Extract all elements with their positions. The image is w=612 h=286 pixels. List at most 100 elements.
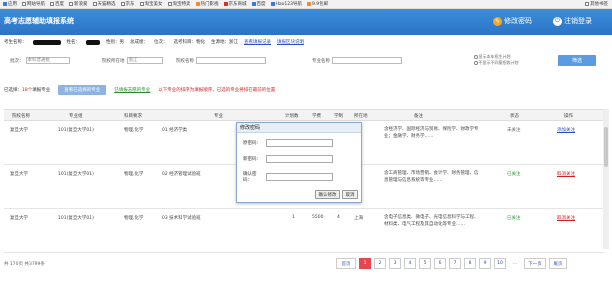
page-button-2[interactable]: 2 <box>374 258 386 269</box>
gender-text: 性别：男 <box>106 40 124 45</box>
first-page-button[interactable]: 首页 <box>336 258 356 269</box>
pagination: 首页 1 2 3 4 5 6 7 8 9 10 ... 下一页 尾页 <box>336 258 567 269</box>
bookmark-sina[interactable]: 新浪爱 <box>69 1 88 7</box>
redacted-value <box>32 39 61 45</box>
change-password-dialog: 修改密码 原密码： 新密码： 确认密码： 确认修改 取消 <box>236 122 362 203</box>
filter-options: 显示本年招生计划 不显示不同意招收计划 <box>474 54 519 66</box>
school-input[interactable] <box>196 57 266 64</box>
old-password-input[interactable] <box>266 139 333 147</box>
filter-button[interactable]: 筛选 <box>558 55 596 66</box>
cancel-follow-link[interactable]: 取消关注 <box>557 215 575 221</box>
page-button-1[interactable]: 1 <box>359 258 371 269</box>
bookmark-tmall-sale[interactable]: 淘宝特卖 <box>167 1 191 7</box>
old-password-row: 原密码： <box>243 139 333 147</box>
page-icon <box>120 2 125 6</box>
row-note: 含经济学、国际经济与贸易、保险学、财政学专业；金融学、财务学…… <box>384 127 479 139</box>
next-page-button[interactable]: 下一页 <box>524 258 546 269</box>
app-header: 高考志愿辅助填报系统 ✎ 修改密码 ⏻ 注销登录 <box>0 9 612 35</box>
province-filter: 院校所在地 浙江 <box>102 57 163 64</box>
page-button-9[interactable]: 9 <box>479 258 491 269</box>
row-plan: 1 <box>292 215 295 220</box>
user-info-bar: 考生名称： 姓名： 性别：男 总成绩： 位次： 选考科目：物化 生源地：浙江 查… <box>4 38 610 46</box>
row-years: 4 <box>337 215 340 220</box>
view-selected-button[interactable]: 查看已选择的专业 <box>58 85 107 95</box>
row-group: 101(复旦大学01) <box>58 128 94 133</box>
cancel-button[interactable]: 取消 <box>342 190 358 199</box>
row-group: 101(复旦大学01) <box>58 216 94 221</box>
page-button-4[interactable]: 4 <box>404 258 416 269</box>
change-password-button[interactable]: ✎ 修改密码 <box>493 16 532 26</box>
page-button-3[interactable]: 3 <box>389 258 401 269</box>
major-filter: 专业名称 <box>312 57 402 64</box>
row-school: 复旦大学 <box>10 172 28 177</box>
bookmark-baidu2[interactable]: 百度 <box>251 1 266 7</box>
bookmark-others[interactable]: 其他书签 <box>585 1 608 7</box>
bookmark-jd[interactable]: 京东 <box>120 1 135 7</box>
page-icon <box>92 2 97 6</box>
new-password-input[interactable] <box>266 155 333 163</box>
page-button-6[interactable]: 6 <box>434 258 446 269</box>
bookmark-tmall[interactable]: 天猫精选 <box>92 1 116 7</box>
page-icon <box>139 2 144 6</box>
name-label: 姓名： <box>66 40 81 45</box>
row-major: 01 经济学类 <box>162 128 188 133</box>
bookmark-99[interactable]: 9.9包邮 <box>306 1 328 7</box>
redacted-name <box>86 39 100 45</box>
table-footer: 共 170页 共3799条 首页 1 2 3 4 5 6 7 8 9 10 ..… <box>4 258 610 272</box>
filled-majors-link[interactable]: 已填报志愿的专业 <box>114 87 150 93</box>
col-city: 所在地 <box>354 114 368 119</box>
power-icon: ⏻ <box>553 16 562 26</box>
bookmarks-bar: 应用 网站导航 百度 新浪爱 天猫精选 京东 淘宝美女 淘宝特卖 热门影视 京东… <box>0 0 612 9</box>
bookmark-baidu[interactable]: 百度 <box>50 1 64 7</box>
plan-text: 选考科目：物化 <box>173 40 206 45</box>
order-warning: 以下专业的排序为填报顺序，已选的专业将排在最前的位置 <box>158 88 276 93</box>
page-button-8[interactable]: 8 <box>464 258 476 269</box>
page-icon <box>167 2 172 6</box>
apps-icon <box>3 2 7 6</box>
app-title: 高考志愿辅助填报系统 <box>4 17 74 25</box>
bookmark-hao123[interactable]: Hao123导航 <box>270 1 302 7</box>
add-follow-link[interactable]: 添加关注 <box>557 127 575 133</box>
bookmark-movies[interactable]: 热门影视 <box>195 1 219 7</box>
row-note: 含电子信息类、微电子、光电信息科学与工程、材料类、电气工程及其自动化等专业…… <box>384 215 479 227</box>
page-button-5[interactable]: 5 <box>419 258 431 269</box>
col-note: 备注 <box>414 114 423 119</box>
page-button-10[interactable]: 10 <box>494 258 506 269</box>
page-button-7[interactable]: 7 <box>449 258 461 269</box>
logout-button[interactable]: ⏻ 注销登录 <box>553 16 592 26</box>
col-fee: 学费 <box>312 114 321 119</box>
province-select[interactable]: 浙江 <box>126 57 163 64</box>
table-scrollbar[interactable] <box>603 109 609 249</box>
col-group: 专业组 <box>69 114 83 119</box>
row-req: 物理,化学 <box>124 128 144 133</box>
bookmark-nav[interactable]: 网站导航 <box>22 1 45 7</box>
selection-notice: 已选择：18个填报专业 查看已选择的专业 已填报志愿的专业 以下专业的排序为填报… <box>4 85 610 95</box>
bookmark-jd-mall[interactable]: 京东商城 <box>223 1 247 7</box>
cancel-follow-link[interactable]: 取消关注 <box>557 171 575 177</box>
row-fee: 5500 <box>312 215 324 220</box>
row-city: 上海 <box>354 216 363 221</box>
view-records-link[interactable]: 查看填报记录 <box>244 39 271 45</box>
page-icon <box>22 2 26 6</box>
key-icon: ✎ <box>493 16 502 26</box>
confirm-change-button[interactable]: 确认修改 <box>315 190 340 199</box>
new-password-row: 新密码： <box>243 155 333 163</box>
bookmark-taobao[interactable]: 淘宝美女 <box>139 1 163 7</box>
filter-bar: 批次： 本科普通批 院校所在地 浙江 院校名称 专业名称 显示本年招生计划 不显… <box>4 53 610 69</box>
col-years: 学制 <box>334 114 343 119</box>
confirm-password-input[interactable] <box>266 173 333 181</box>
row-note: 含工商管理、市场营销、会计学、财务管理、信息管理与信息系统等专业…… <box>384 171 479 183</box>
row-req: 物理,化学 <box>124 172 144 177</box>
major-input[interactable] <box>332 57 402 64</box>
hide-plan-checkbox[interactable]: 不显示不同意招收计划 <box>474 60 519 66</box>
batch-select[interactable]: 本科普通批 <box>25 57 70 64</box>
scrollbar-thumb[interactable] <box>604 127 608 167</box>
last-page-button[interactable]: 尾页 <box>549 258 567 269</box>
help-link[interactable]: 填报区块说明 <box>277 39 304 45</box>
row-school: 复旦大学 <box>10 216 28 221</box>
candidate-label: 考生名称： <box>4 40 27 45</box>
col-status: 状态 <box>510 114 519 119</box>
col-plan: 计划数 <box>285 114 299 119</box>
bookmark-apps[interactable]: 应用 <box>3 1 17 7</box>
col-school: 院校名称 <box>12 114 30 119</box>
